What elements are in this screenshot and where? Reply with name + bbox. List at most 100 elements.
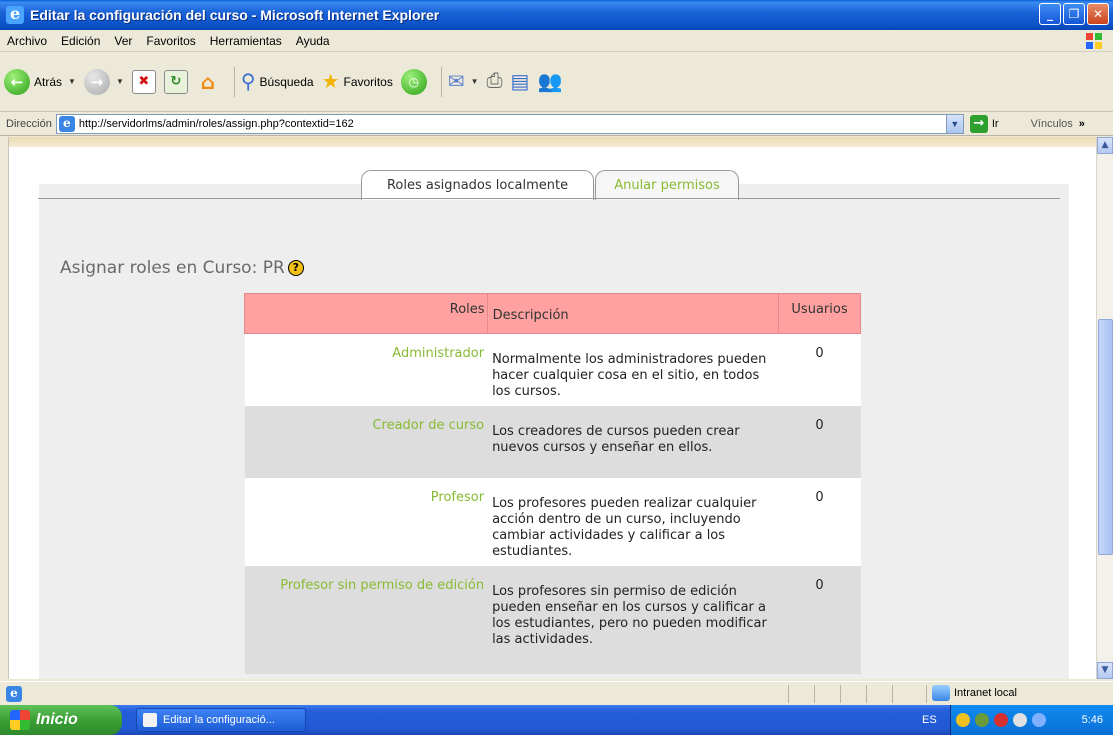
tab-roles-asignados[interactable]: Roles asignados localmente [361, 170, 594, 200]
intranet-icon [932, 685, 950, 701]
table-row: Creador de curso Los creadores de cursos… [244, 406, 861, 478]
page-title: Asignar roles en Curso: PR [60, 258, 285, 278]
role-user-count: 0 [778, 478, 861, 566]
table-row: Profesor sin permiso de edición Los prof… [244, 566, 861, 674]
role-user-count: 0 [778, 333, 861, 406]
status-divider [926, 685, 927, 703]
page-icon: e [58, 115, 75, 132]
header-roles: Roles [244, 293, 488, 334]
back-arrow-icon: ← [4, 68, 30, 95]
menu-herramientas[interactable]: Herramientas [203, 34, 289, 48]
address-dropdown-icon[interactable]: ▼ [945, 114, 963, 133]
history-icon: ◷ [400, 68, 427, 95]
ie-icon [6, 4, 24, 24]
status-bar: e Intranet local [0, 681, 1113, 705]
close-button[interactable]: ✕ [1087, 3, 1109, 25]
vertical-scrollbar[interactable]: ▲ ▼ [1096, 137, 1113, 679]
back-dropdown-icon[interactable]: ▼ [68, 77, 76, 86]
volume-icon[interactable] [1032, 713, 1046, 727]
language-indicator[interactable]: ES [922, 714, 937, 726]
page-heading: Asignar roles en Curso: PR ? [60, 258, 304, 278]
antivirus-icon[interactable] [994, 713, 1008, 727]
help-icon[interactable]: ? [287, 260, 304, 276]
search-label: Búsqueda [259, 74, 314, 89]
toolbar: ← Atrás ▼ → ▼ ✖ ↻ ⌂ ⚲ Búsqueda ★ Favorit… [0, 52, 1113, 112]
chevron-right-icon[interactable]: » [1079, 118, 1085, 130]
shield-icon[interactable] [956, 713, 970, 727]
tab-divider [38, 198, 1060, 199]
messenger-icon: 👥 [537, 71, 563, 93]
menu-ayuda[interactable]: Ayuda [289, 34, 337, 48]
history-button[interactable]: ◷ [400, 64, 427, 100]
windows-logo-icon [1086, 33, 1102, 49]
search-icon: ⚲ [240, 71, 256, 93]
toolbar-separator [440, 66, 442, 97]
table-header-row: Roles Descripción Usuarios [244, 293, 861, 334]
go-arrow-icon: → [969, 114, 988, 133]
clock: 5:46 [1081, 714, 1103, 726]
mail-icon: ✉ [447, 71, 465, 93]
home-icon: ⌂ [200, 69, 216, 94]
search-button[interactable]: ⚲ Búsqueda [241, 64, 314, 100]
taskbar-window-button[interactable]: Editar la configuració... [136, 708, 306, 732]
scroll-thumb[interactable] [1098, 319, 1113, 555]
role-description: Normalmente los administradores pueden h… [487, 333, 779, 406]
role-user-count: 0 [778, 566, 861, 674]
print-button[interactable]: ⎙ [487, 64, 503, 100]
mail-button[interactable]: ✉ ▼ [448, 64, 479, 100]
scroll-down-icon[interactable]: ▼ [1097, 662, 1113, 679]
start-button[interactable]: Inicio [0, 705, 122, 735]
toolbar-separator [233, 66, 235, 97]
links-label[interactable]: Vínculos [1031, 118, 1073, 130]
menu-edicion[interactable]: Edición [54, 34, 107, 48]
network-icon[interactable] [975, 713, 989, 727]
maximize-button[interactable]: ❐ [1063, 3, 1085, 25]
role-link[interactable]: Administrador [244, 333, 488, 406]
cloud-icon[interactable] [1013, 713, 1027, 727]
role-link[interactable]: Profesor [244, 478, 488, 566]
refresh-button[interactable]: ↻ [163, 64, 188, 100]
minimize-button[interactable]: _ [1039, 3, 1061, 25]
status-divider [892, 685, 893, 703]
go-button[interactable]: → Ir [969, 114, 999, 133]
window-controls: _ ❐ ✕ [1039, 3, 1109, 25]
tab-anular-permisos[interactable]: Anular permisos [595, 170, 739, 200]
forward-button[interactable]: → ▼ [83, 64, 124, 100]
address-url[interactable]: http://servidorlms/admin/roles/assign.ph… [79, 118, 354, 130]
table-row: Profesor Los profesores pueden realizar … [244, 478, 861, 566]
role-description: Los profesores pueden realizar cualquier… [487, 478, 779, 566]
menu-favoritos[interactable]: Favoritos [139, 34, 202, 48]
address-input[interactable]: e http://servidorlms/admin/roles/assign.… [55, 113, 964, 134]
menu-archivo[interactable]: Archivo [0, 34, 54, 48]
stop-button[interactable]: ✖ [131, 64, 156, 100]
status-divider [866, 685, 867, 703]
favorites-button[interactable]: ★ Favoritos [322, 64, 393, 100]
header-descripcion: Descripción [486, 293, 780, 334]
role-description: Los profesores sin permiso de edición pu… [487, 566, 779, 674]
taskbar: Inicio Editar la configuració... ES 5:46 [0, 705, 1113, 735]
role-description: Los creadores de cursos pueden crear nue… [487, 406, 779, 478]
home-button[interactable]: ⌂ [196, 64, 220, 100]
role-link[interactable]: Creador de curso [244, 406, 488, 478]
table-row: Administrador Normalmente los administra… [244, 333, 861, 406]
menu-ver[interactable]: Ver [107, 34, 139, 48]
window-title: Editar la configuración del curso - Micr… [30, 7, 440, 23]
scroll-up-icon[interactable]: ▲ [1097, 137, 1113, 154]
forward-dropdown-icon[interactable]: ▼ [116, 77, 124, 86]
favorites-label: Favoritos [343, 74, 393, 89]
address-label: Dirección [6, 117, 52, 130]
refresh-icon: ↻ [163, 69, 188, 94]
header-usuarios: Usuarios [778, 293, 861, 334]
role-link[interactable]: Profesor sin permiso de edición [244, 566, 488, 674]
address-bar: Dirección e http://servidorlms/admin/rol… [0, 112, 1113, 136]
messenger-button[interactable]: 👥 [537, 64, 562, 100]
forward-arrow-icon: → [83, 68, 110, 95]
edit-button[interactable]: ▤ [511, 64, 530, 100]
back-button[interactable]: ← Atrás ▼ [4, 64, 76, 100]
edit-icon: ▤ [510, 71, 530, 93]
status-divider [840, 685, 841, 703]
start-label: Inicio [36, 711, 78, 728]
mail-dropdown-icon[interactable]: ▼ [471, 77, 479, 86]
status-divider [814, 685, 815, 703]
windows-logo-icon [10, 710, 30, 730]
